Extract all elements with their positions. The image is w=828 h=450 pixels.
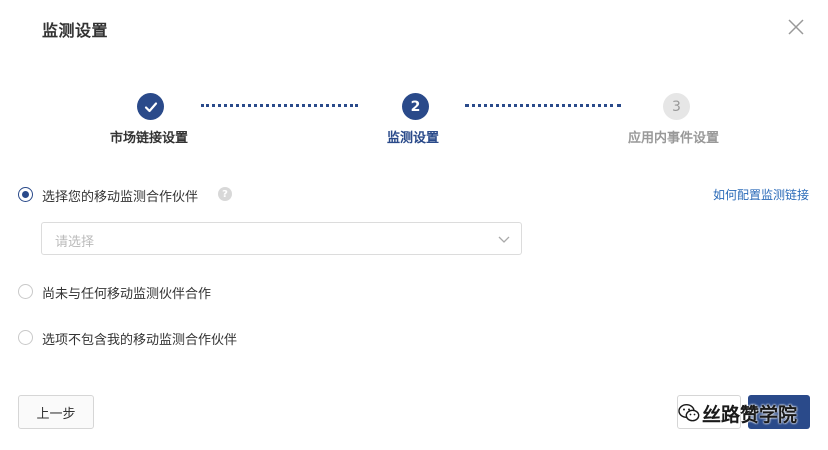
wechat-icon <box>678 403 700 422</box>
option-no-partner-radio[interactable] <box>18 284 33 299</box>
previous-step-button[interactable]: 上一步 <box>18 395 94 429</box>
check-icon <box>144 101 157 112</box>
close-icon[interactable] <box>786 17 806 37</box>
step-connector-2 <box>465 104 621 107</box>
chevron-down-icon <box>498 236 510 243</box>
option-no-partner-label[interactable]: 尚未与任何移动监测伙伴合作 <box>42 283 211 302</box>
help-icon[interactable]: ? <box>218 187 232 201</box>
step-2-number: 2 <box>402 93 429 120</box>
partner-select-placeholder: 请选择 <box>55 235 95 250</box>
monitoring-settings-dialog: 监测设置 2 3 市场链接设置 监测设置 应用内事件设置 选择您的移动监测合作伙… <box>0 0 828 450</box>
watermark: 丝路赞学院 <box>678 398 797 428</box>
partner-select[interactable]: 请选择 <box>41 222 522 255</box>
step-1-label: 市场链接设置 <box>110 131 189 146</box>
step-connector-1 <box>201 104 358 107</box>
step-1-done-indicator <box>137 93 164 120</box>
step-3-label: 应用内事件设置 <box>628 131 720 146</box>
step-3-number: 3 <box>663 93 690 120</box>
option-select-partner-label[interactable]: 选择您的移动监测合作伙伴 <box>42 186 198 205</box>
config-monitoring-link[interactable]: 如何配置监测链接 <box>713 186 809 203</box>
option-partner-not-listed-radio[interactable] <box>18 330 33 345</box>
option-select-partner-radio[interactable] <box>18 187 33 202</box>
step-2-label: 监测设置 <box>387 131 440 146</box>
option-partner-not-listed-label[interactable]: 选项不包含我的移动监测合作伙伴 <box>42 329 237 348</box>
watermark-text: 丝路赞学院 <box>702 403 798 426</box>
dialog-title: 监测设置 <box>42 21 109 40</box>
